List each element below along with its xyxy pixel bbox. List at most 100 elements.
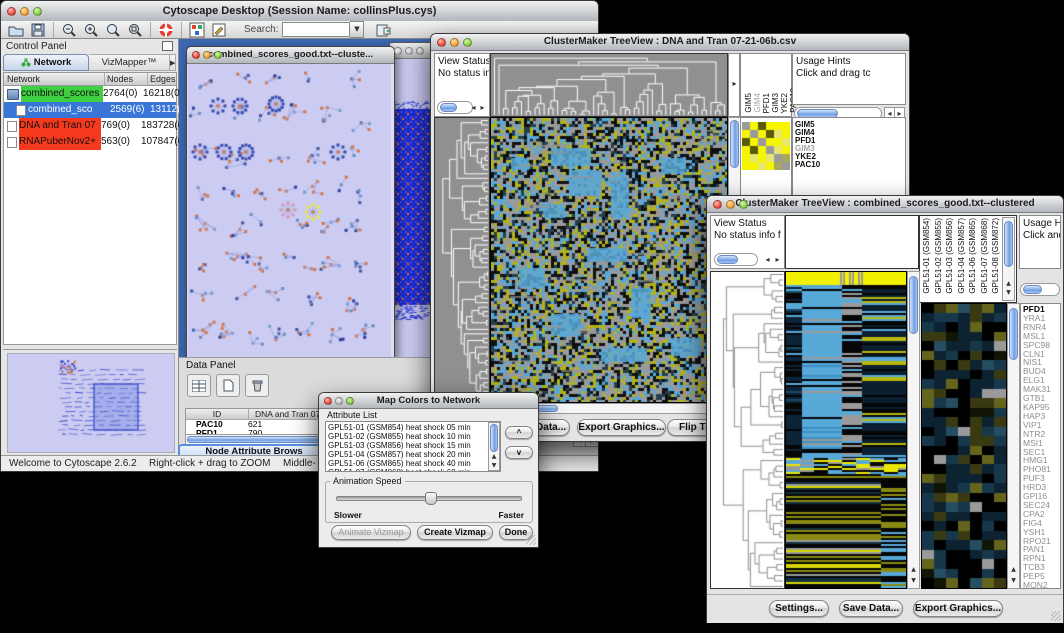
minimize-icon[interactable] — [20, 7, 29, 16]
treeview1-titlebar[interactable]: ClusterMaker TreeView : DNA and Tran 07-… — [431, 34, 909, 51]
minimize-icon[interactable] — [450, 38, 459, 47]
tab-overflow-button[interactable]: ▶ — [170, 54, 176, 71]
gene-label[interactable]: MON2 — [1023, 581, 1060, 589]
network-list-row[interactable]: DNA and Tran 07 769(0) 183728(0) — [4, 118, 176, 134]
network-canvas[interactable] — [188, 64, 391, 357]
animation-speed-label: Animation Speed — [330, 476, 405, 486]
attribute-item[interactable]: GPL51-01 (GSM854) heat shock 05 min — [326, 423, 500, 432]
scroll-down-icon[interactable]: ▼ — [908, 575, 919, 587]
attribute-browser-icon[interactable] — [372, 21, 394, 39]
network-list-row[interactable]: combined_scores 2764(0) 16218(0) — [4, 86, 176, 102]
new-attribute-icon[interactable] — [216, 374, 240, 397]
cytoscape-titlebar[interactable]: Cytoscape Desktop (Session Name: collins… — [1, 1, 598, 22]
network-view-titlebar[interactable]: combined_scores_good.txt--cluste... — [187, 47, 394, 64]
zoom-window-icon[interactable] — [214, 51, 222, 59]
zoom-selected-icon[interactable] — [102, 21, 124, 39]
scroll-right-icon[interactable]: ▸ — [773, 254, 782, 266]
close-icon[interactable] — [437, 38, 446, 47]
tv2-zoom-heatmap[interactable] — [921, 303, 1007, 589]
move-up-button[interactable]: ^ — [505, 426, 533, 439]
attribute-item[interactable]: GPL51-04 (GSM857) heat shock 20 min — [326, 450, 500, 459]
minimize-icon[interactable] — [405, 47, 413, 55]
scroll-up-icon[interactable]: ▲ — [489, 453, 499, 461]
speed-slider[interactable] — [336, 496, 522, 501]
tv2-hints-scrollbar[interactable] — [1020, 283, 1060, 296]
close-icon[interactable] — [394, 47, 402, 55]
zoom-window-icon[interactable] — [346, 397, 354, 405]
float-panel-icon[interactable] — [162, 41, 173, 51]
open-session-button[interactable] — [5, 21, 27, 39]
vizmapper-icon[interactable] — [186, 21, 208, 39]
close-icon[interactable] — [192, 51, 200, 59]
animate-vizmap-button[interactable]: Animate Vizmap — [331, 525, 411, 540]
scroll-right-icon[interactable]: ▸ — [478, 102, 487, 114]
search-input[interactable] — [282, 22, 350, 37]
delete-attribute-icon[interactable] — [245, 374, 269, 397]
col-edges[interactable]: Edges — [148, 73, 176, 85]
tv2-collabel-scrollbar[interactable]: ▲ ▼ — [1002, 217, 1015, 301]
attribute-item[interactable]: GPL51-03 (GSM856) heat shock 15 min — [326, 441, 500, 450]
scroll-down-icon[interactable]: ▼ — [489, 462, 499, 470]
tv1-export-graphics-button[interactable]: Export Graphics... — [577, 419, 666, 436]
zoom-window-icon[interactable] — [33, 7, 42, 16]
attribute-item[interactable]: GPL51-06 (GSM865) heat shock 40 min — [326, 459, 500, 468]
col-nodes[interactable]: Nodes — [105, 73, 148, 85]
tab-network[interactable]: Network — [3, 54, 89, 71]
tv2-save-data-button[interactable]: Save Data... — [839, 600, 903, 617]
zoom-fit-icon[interactable] — [124, 21, 146, 39]
network-list-row[interactable]: RNAPuberNov2+ 563(0) 107847(0) — [4, 134, 176, 150]
network-overview[interactable] — [3, 349, 177, 454]
scroll-down-icon[interactable]: ▼ — [1003, 287, 1014, 299]
tv1-heatmap[interactable] — [490, 117, 728, 403]
scroll-left-icon[interactable]: ◂ — [763, 254, 772, 266]
tv2-export-graphics-button[interactable]: Export Graphics... — [913, 600, 1003, 617]
resize-grip[interactable] — [526, 535, 536, 545]
slider-thumb[interactable] — [425, 492, 437, 505]
table-icon[interactable] — [187, 374, 211, 397]
tab-vizmapper[interactable]: VizMapper™ — [89, 54, 170, 71]
zoom-window-icon[interactable] — [739, 200, 748, 209]
treeview2-titlebar[interactable]: ClusterMaker TreeView : combined_scores_… — [707, 196, 1063, 213]
tv1-zoom-matrix[interactable] — [742, 122, 790, 170]
minimize-icon[interactable] — [335, 397, 343, 405]
scroll-right-icon[interactable]: ▸ — [730, 78, 739, 90]
tv2-settings-button[interactable]: Settings... — [769, 600, 829, 617]
tv2-heatmap[interactable] — [785, 271, 907, 589]
create-vizmap-button[interactable]: Create Vizmap — [417, 525, 493, 540]
col-network[interactable]: Network — [4, 73, 105, 85]
help-lifering-icon[interactable] — [155, 21, 177, 39]
tv1-row-dendrogram[interactable] — [434, 117, 490, 403]
attribute-item[interactable]: GPL51-02 (GSM855) heat shock 10 min — [326, 432, 500, 441]
resize-grip[interactable] — [1051, 611, 1061, 621]
tv1-top-dendrogram[interactable] — [490, 53, 728, 117]
annotation-icon[interactable] — [208, 21, 230, 39]
tv2-vscrollbar[interactable]: ▲ ▼ — [907, 271, 920, 589]
data-col-id[interactable]: ID — [186, 409, 249, 419]
tv2-row-dendrogram[interactable] — [710, 271, 785, 589]
dialog-titlebar[interactable]: Map Colors to Network — [319, 393, 538, 409]
close-icon[interactable] — [7, 7, 16, 16]
save-session-button[interactable] — [27, 21, 49, 39]
zoom-window-icon[interactable] — [416, 47, 424, 55]
network-list-row[interactable]: combined_sco 2569(6) 13112(15) — [4, 102, 176, 118]
network-view-window[interactable]: combined_scores_good.txt--cluste... — [186, 46, 395, 357]
close-icon[interactable] — [324, 397, 332, 405]
tv2-zoom-scrollbar[interactable]: ▲ ▼ — [1007, 303, 1020, 589]
minimize-icon[interactable] — [726, 200, 735, 209]
attribute-list[interactable]: GPL51-01 (GSM854) heat shock 05 minGPL51… — [325, 421, 501, 472]
search-dropdown-button[interactable]: ▼ — [350, 21, 364, 38]
zoom-in-icon[interactable] — [80, 21, 102, 39]
gene-label[interactable]: PAC10 — [795, 161, 905, 169]
zoom-window-icon[interactable] — [463, 38, 472, 47]
scroll-left-icon[interactable]: ◂ — [469, 102, 478, 114]
tv2-top-dendrogram[interactable] — [785, 215, 919, 269]
scroll-down-icon[interactable]: ▼ — [1008, 575, 1019, 587]
close-icon[interactable] — [713, 200, 722, 209]
attribute-item[interactable]: GPL51-07 (GSM868) heat shock 60 min — [326, 468, 500, 472]
tv2-status-scrollbar[interactable] — [714, 253, 758, 266]
zoom-out-icon[interactable] — [58, 21, 80, 39]
tv1-status-scrollbar[interactable] — [437, 101, 473, 114]
attribute-list-scrollbar[interactable]: ▲ ▼ — [488, 422, 500, 471]
minimize-icon[interactable] — [203, 51, 211, 59]
move-down-button[interactable]: v — [505, 446, 533, 459]
